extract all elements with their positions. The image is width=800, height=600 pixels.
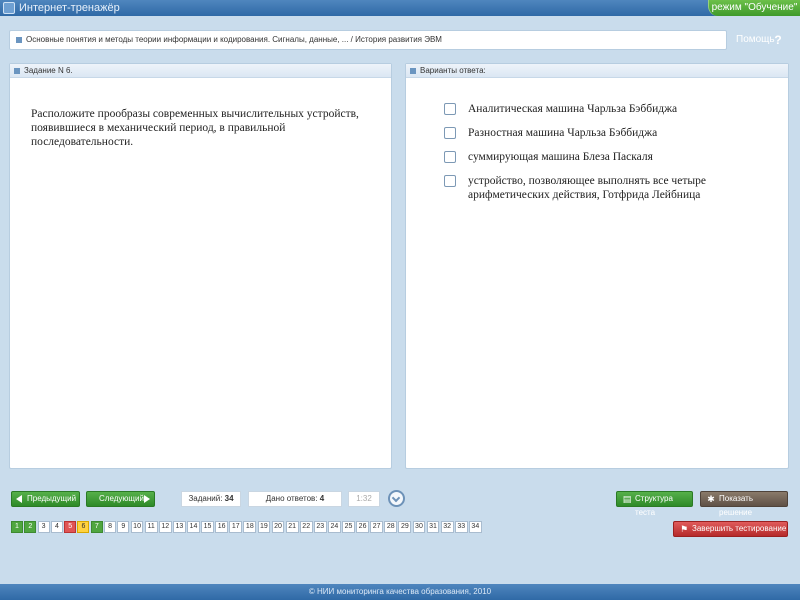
pager-item-2[interactable]: 2 — [24, 521, 37, 533]
tasks-count: Заданий: 34 — [181, 491, 241, 507]
pager-item-10[interactable]: 10 — [130, 521, 144, 533]
bullet-square-icon — [410, 68, 416, 74]
clock-dropdown-icon[interactable] — [388, 490, 405, 507]
answer-option[interactable]: суммирующая машина Блеза Паскаля — [444, 150, 764, 164]
answer-option[interactable]: Разностная машина Чарльза Бэббиджа — [444, 126, 764, 140]
pager-item-32[interactable]: 32 — [440, 521, 454, 533]
answer-checkbox[interactable] — [444, 103, 456, 115]
pager-item-24[interactable]: 24 — [327, 521, 341, 533]
pager-item-30[interactable]: 30 — [412, 521, 426, 533]
answer-text: суммирующая машина Блеза Паскаля — [468, 151, 653, 163]
pager-item-34[interactable]: 34 — [468, 521, 482, 533]
tasks-count-label: Заданий: — [188, 494, 223, 503]
pager-item-21[interactable]: 21 — [285, 521, 299, 533]
document-icon: ▤ — [622, 494, 632, 504]
task-panel-header: Задание N 6. — [10, 64, 391, 78]
next-button[interactable]: Следующий — [86, 491, 155, 507]
pager-item-14[interactable]: 14 — [187, 521, 200, 533]
pager-item-31[interactable]: 31 — [426, 521, 440, 533]
pager-item-16[interactable]: 16 — [215, 521, 229, 533]
pager-item-3[interactable]: 3 — [37, 521, 50, 533]
pager-item-15[interactable]: 15 — [201, 521, 214, 533]
pager-item-7[interactable]: 7 — [90, 521, 103, 533]
pager-item-27[interactable]: 27 — [370, 521, 384, 533]
answers-panel: Варианты ответа: Аналитическая машина Ча… — [405, 63, 789, 469]
answered-count-label: Дано ответов: — [265, 494, 318, 503]
pager-item-4[interactable]: 4 — [50, 521, 63, 533]
run-icon: ⚑ — [679, 524, 689, 534]
title-bar: Интернет-тренажёр режим "Обучение" — [0, 0, 800, 16]
pager-item-9[interactable]: 9 — [117, 521, 130, 533]
bullet-square-icon — [16, 37, 22, 43]
structure-button[interactable]: ▤ Структура теста — [616, 491, 693, 517]
pager-item-25[interactable]: 25 — [342, 521, 355, 533]
answer-option[interactable]: Аналитическая машина Чарльза Бэббиджа — [444, 102, 764, 116]
question-mark-icon: ? — [774, 33, 782, 47]
show-solution-button[interactable]: ✱ Показать решение — [700, 491, 788, 517]
timer: 1:32 — [348, 491, 380, 507]
pager-item-22[interactable]: 22 — [299, 521, 313, 533]
finish-label: Завершить тестирование — [692, 524, 787, 533]
previous-label: Предыдущий — [27, 494, 77, 503]
show-solution-label: Показать решение — [719, 494, 754, 517]
app-title: Интернет-тренажёр — [19, 2, 120, 14]
pager-item-33[interactable]: 33 — [454, 521, 468, 533]
pager-item-13[interactable]: 13 — [172, 521, 186, 533]
pager-item-6[interactable]: 6 — [77, 521, 90, 533]
chevron-down-icon — [391, 493, 401, 503]
question-pager: 1 2 3 4 5 6 7 8 9 10 11 12 13 14 15 16 17 18 19 20 21 22 23 24 2… — [11, 521, 483, 533]
pager-item-23[interactable]: 23 — [313, 521, 327, 533]
answer-option[interactable]: устройство, позволяющее выполнять все че… — [444, 174, 764, 202]
pager-item-29[interactable]: 29 — [398, 521, 412, 533]
breadcrumb-text: Основные понятия и методы теории информа… — [26, 35, 442, 44]
arrow-left-icon — [16, 495, 22, 503]
footer: © НИИ мониторинга качества образования, … — [0, 584, 800, 600]
pager-item-12[interactable]: 12 — [158, 521, 172, 533]
app-logo-icon — [3, 2, 15, 14]
pager-item-11[interactable]: 11 — [144, 521, 158, 533]
bullet-square-icon — [14, 68, 20, 74]
next-label: Следующий — [99, 494, 144, 503]
task-number: Задание N 6. — [24, 66, 73, 75]
pager-item-1[interactable]: 1 — [11, 521, 23, 533]
pager-item-19[interactable]: 19 — [257, 521, 271, 533]
answer-checkbox[interactable] — [444, 175, 456, 187]
previous-button[interactable]: Предыдущий — [11, 491, 80, 507]
arrow-right-icon — [144, 495, 150, 503]
pager-item-18[interactable]: 18 — [243, 521, 257, 533]
answered-count: Дано ответов: 4 — [248, 491, 342, 507]
answers-header-label: Варианты ответа: — [420, 66, 486, 75]
answer-checkbox[interactable] — [444, 151, 456, 163]
task-panel: Задание N 6. Расположите прообразы совре… — [9, 63, 392, 469]
answers-panel-header: Варианты ответа: — [406, 64, 788, 78]
mode-badge: режим "Обучение" — [708, 0, 800, 16]
answer-text: устройство, позволяющее выполнять все че… — [468, 175, 706, 201]
pager-item-20[interactable]: 20 — [271, 521, 285, 533]
answer-checkbox[interactable] — [444, 127, 456, 139]
pager-item-26[interactable]: 26 — [356, 521, 369, 533]
answered-count-value: 4 — [319, 494, 325, 503]
question-text: Расположите прообразы современных вычисл… — [31, 108, 359, 148]
finish-test-button[interactable]: ⚑ Завершить тестирование — [673, 521, 788, 537]
help-button[interactable]: Помощь ? — [728, 30, 790, 50]
structure-label: Структура теста — [635, 494, 673, 517]
tasks-count-value: 34 — [224, 494, 234, 503]
pager-item-5[interactable]: 5 — [64, 521, 77, 533]
help-label: Помощь — [736, 34, 775, 45]
pager-item-8[interactable]: 8 — [104, 521, 117, 533]
answer-text: Разностная машина Чарльза Бэббиджа — [468, 127, 658, 139]
breadcrumb: Основные понятия и методы теории информа… — [9, 30, 727, 50]
answer-list: Аналитическая машина Чарльза Бэббиджа Ра… — [444, 102, 764, 212]
pager-item-17[interactable]: 17 — [229, 521, 243, 533]
answer-text: Аналитическая машина Чарльза Бэббиджа — [468, 103, 678, 115]
solution-icon: ✱ — [707, 494, 715, 504]
pager-item-28[interactable]: 28 — [384, 521, 398, 533]
